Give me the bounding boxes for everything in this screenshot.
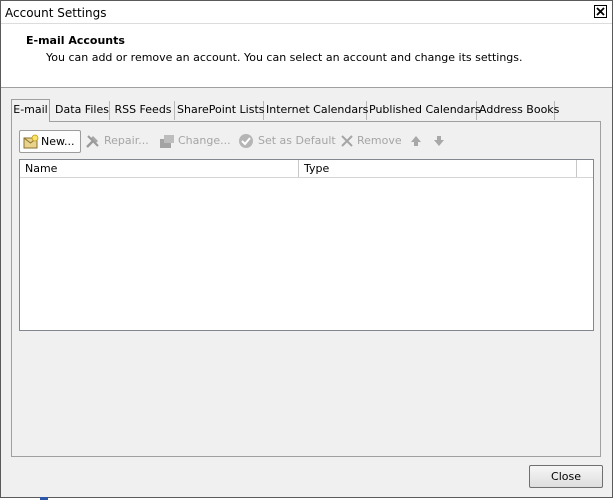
tab-sharepoint-lists[interactable]: SharePoint Lists bbox=[177, 101, 265, 120]
tab-published-calendars[interactable]: Published Calendars bbox=[369, 101, 481, 120]
move-down-button[interactable] bbox=[432, 130, 446, 153]
header-panel: E-mail Accounts You can add or remove an… bbox=[1, 24, 612, 88]
column-header-type[interactable]: Type bbox=[299, 160, 577, 177]
set-default-button[interactable]: Set as Default bbox=[238, 130, 336, 153]
checkmark-icon bbox=[238, 133, 254, 149]
tab-rss-feeds[interactable]: RSS Feeds bbox=[112, 101, 175, 120]
close-button[interactable]: Close bbox=[529, 465, 603, 488]
accounts-list[interactable]: Name Type bbox=[19, 159, 594, 331]
change-icon bbox=[159, 133, 175, 149]
arrow-up-icon bbox=[409, 133, 425, 149]
arrow-down-icon bbox=[432, 133, 448, 149]
move-up-button[interactable] bbox=[409, 130, 423, 153]
tab-data-files[interactable]: Data Files bbox=[55, 101, 110, 120]
title-bar: Account Settings bbox=[1, 1, 612, 24]
remove-label: Remove bbox=[357, 134, 402, 147]
repair-label: Repair... bbox=[104, 134, 149, 147]
close-icon[interactable] bbox=[594, 5, 607, 18]
new-email-icon bbox=[23, 134, 39, 150]
change-button[interactable]: Change... bbox=[159, 130, 231, 153]
new-account-button[interactable]: New... bbox=[19, 130, 81, 153]
account-settings-dialog: Account Settings E-mail Accounts You can… bbox=[0, 0, 613, 498]
page-subtitle: You can add or remove an account. You ca… bbox=[46, 51, 523, 64]
repair-button[interactable]: Repair... bbox=[85, 130, 151, 153]
tab-address-books[interactable]: Address Books bbox=[479, 101, 559, 120]
remove-button[interactable]: Remove bbox=[339, 130, 402, 153]
new-account-label: New... bbox=[41, 135, 75, 148]
set-default-label: Set as Default bbox=[258, 134, 336, 147]
tab-internet-calendars[interactable]: Internet Calendars bbox=[266, 101, 368, 120]
page-title: E-mail Accounts bbox=[26, 34, 125, 47]
list-header: Name Type bbox=[20, 160, 593, 178]
remove-icon bbox=[339, 133, 355, 149]
tools-icon bbox=[85, 133, 101, 149]
window-title: Account Settings bbox=[5, 6, 107, 20]
change-label: Change... bbox=[178, 134, 231, 147]
column-header-filler bbox=[577, 160, 593, 177]
tab-email[interactable]: E-mail bbox=[11, 99, 50, 122]
column-header-name[interactable]: Name bbox=[20, 160, 299, 177]
